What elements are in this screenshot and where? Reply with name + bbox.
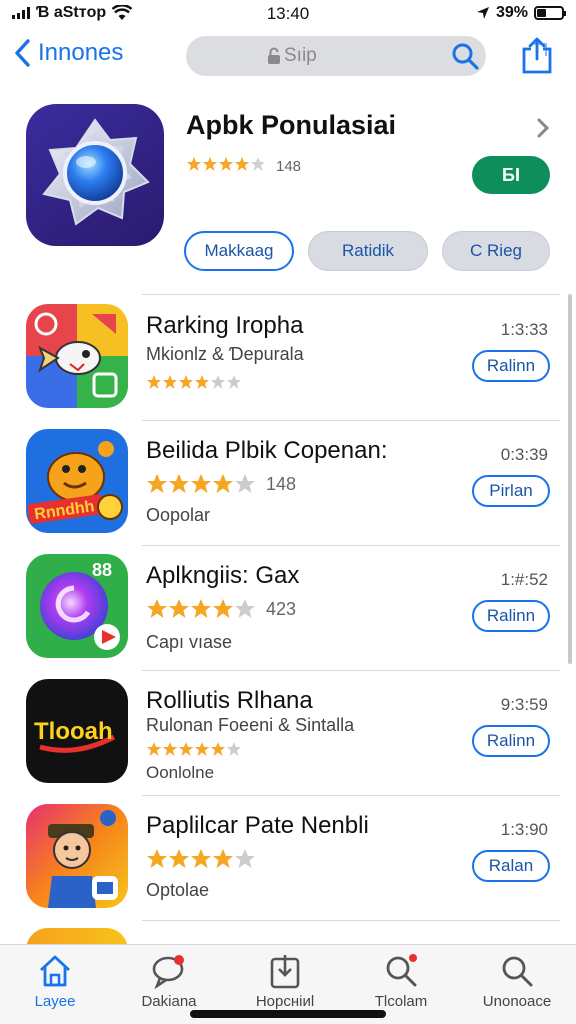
app-category: Capı vıase: [146, 632, 233, 652]
search-icon: [502, 956, 533, 987]
app-title: Beilida Plbik Copenan:: [146, 437, 388, 464]
divider: [142, 920, 560, 921]
character-icon: [26, 804, 128, 908]
featured-app-icon[interactable]: [26, 104, 164, 246]
app-time: 1:3:90: [500, 820, 548, 839]
app-list: Rarking Iropha Mkionlz & Ɗepurala 1:3:33…: [0, 296, 576, 921]
back-button[interactable]: Innones: [12, 38, 123, 68]
lock-icon: [268, 47, 280, 64]
list-item[interactable]: Rnndhh Beilida Plbik Copenan: 148 Oopola…: [0, 421, 576, 546]
tab-bar: Layee Dakiana Норсніиl Tlcolam Unonoace: [0, 944, 576, 1024]
home-indicator: [190, 1010, 386, 1018]
chat-bubble-icon: [152, 955, 184, 989]
featured-rating: 148: [186, 156, 301, 176]
app-title: Paplilcar Pate Nenbli: [146, 812, 369, 839]
tab-label: Layee: [34, 993, 76, 1010]
tab-updates[interactable]: Норсніиl: [230, 953, 340, 1010]
star-rating: [186, 156, 270, 176]
tab-search[interactable]: Unonoace: [462, 953, 572, 1010]
battery-icon: [534, 6, 566, 20]
location-arrow-icon: [476, 7, 489, 19]
status-right: 39%: [476, 4, 566, 22]
app-title: Rarking Iropha: [146, 312, 304, 339]
review-count: 423: [266, 598, 297, 619]
list-item[interactable]: 88 Aplkngiis: Gax 423 Capı vıase 1:#:52 …: [0, 546, 576, 671]
app-action-button[interactable]: Ralinn: [472, 725, 550, 757]
scrollbar[interactable]: [568, 294, 572, 664]
status-bar: Ɓ aStтop 13:40 39%: [0, 0, 576, 26]
app-subtitle: Rulonan Foeeni & Sintalla: [146, 715, 355, 735]
app-subtitle: Mkionlz & Ɗepurala: [146, 344, 304, 364]
list-item[interactable]: Rarking Iropha Mkionlz & Ɗepurala 1:3:33…: [0, 296, 576, 421]
back-label: Innones: [38, 39, 124, 66]
search-placeholder-text: Sıip: [284, 45, 317, 66]
featured-app-title: Apbk Ponulasiai: [186, 110, 397, 140]
home-icon: [40, 955, 70, 987]
app-action-button[interactable]: Ralinn: [472, 600, 550, 632]
app-title: Aplkngiis: Gax: [146, 562, 300, 589]
share-icon[interactable]: [520, 36, 554, 74]
app-title: Rolliutis Rlhana: [146, 687, 313, 714]
tab-explore[interactable]: Tlcolam: [346, 953, 456, 1010]
download-box-icon: [270, 955, 300, 989]
app-icon: [26, 804, 128, 908]
fish-game-icon: [26, 304, 128, 408]
chevron-right-icon[interactable]: [536, 118, 550, 138]
app-icon: Rnndhh: [26, 429, 128, 533]
featured-button-2[interactable]: Ratidik: [308, 231, 428, 271]
app-time: 1:#:52: [500, 570, 548, 589]
featured-app: Apbk Ponulasiai 148 БI Makkaag Ratidik C…: [0, 100, 576, 290]
app-category: Oopolar: [146, 505, 211, 525]
logo-text-icon: Tlooah: [26, 679, 128, 783]
tab-messages[interactable]: Dakiana: [114, 953, 224, 1010]
app-time: 1:3:33: [500, 320, 548, 339]
app-action-button[interactable]: Ralan: [472, 850, 550, 882]
divider: [142, 294, 560, 295]
featured-rating-count: 148: [276, 157, 302, 175]
search-placeholder: Sıip: [266, 45, 317, 67]
chevron-left-icon: [15, 39, 30, 67]
app-icon: [26, 304, 128, 408]
app-action-button[interactable]: Pirlan: [472, 475, 550, 507]
search-icon[interactable]: [450, 41, 480, 71]
icon-text: Tlooah: [34, 718, 113, 745]
app-category: Oonlolne: [146, 763, 215, 782]
list-item[interactable]: Tlooah Rolliutis Rlhana Rulonan Foeeni &…: [0, 671, 576, 796]
search-icon: [386, 954, 417, 987]
tab-label: Норсніиl: [255, 993, 315, 1010]
badge-emblem-icon: [42, 118, 150, 226]
cartoon-monster-icon: Rnndhh: [26, 429, 128, 533]
search-field[interactable]: Sıip: [186, 36, 486, 76]
star-rating: [146, 848, 258, 870]
app-category: Optolae: [146, 880, 210, 900]
app-icon: 88: [26, 554, 128, 658]
nav-bar: Innones Sıip: [0, 34, 576, 84]
get-button[interactable]: БI: [472, 156, 550, 194]
icon-text: 88: [92, 560, 112, 580]
tab-label: Unonoace: [482, 993, 552, 1010]
app-action-button[interactable]: Ralinn: [472, 350, 550, 382]
featured-button-3[interactable]: C Rieg: [442, 231, 550, 271]
battery-percent: 39%: [495, 4, 528, 21]
featured-button-1[interactable]: Makkaag: [184, 231, 294, 271]
tab-label: Dakiana: [141, 993, 197, 1010]
tab-label: Tlcolam: [374, 993, 428, 1010]
app-time: 0:3:39: [500, 445, 548, 464]
star-rating: [146, 374, 246, 390]
star-rating: 148: [146, 473, 296, 495]
app-icon: Tlooah: [26, 679, 128, 783]
tab-home[interactable]: Layee: [0, 953, 110, 1010]
app-time: 9:3:59: [500, 695, 548, 714]
star-rating: [146, 741, 246, 757]
list-item[interactable]: Paplilcar Pate Nenbli Optolae 1:3:90 Ral…: [0, 796, 576, 921]
swirl-icon: 88: [26, 554, 128, 658]
star-rating: 423: [146, 598, 296, 620]
review-count: 148: [266, 473, 297, 494]
